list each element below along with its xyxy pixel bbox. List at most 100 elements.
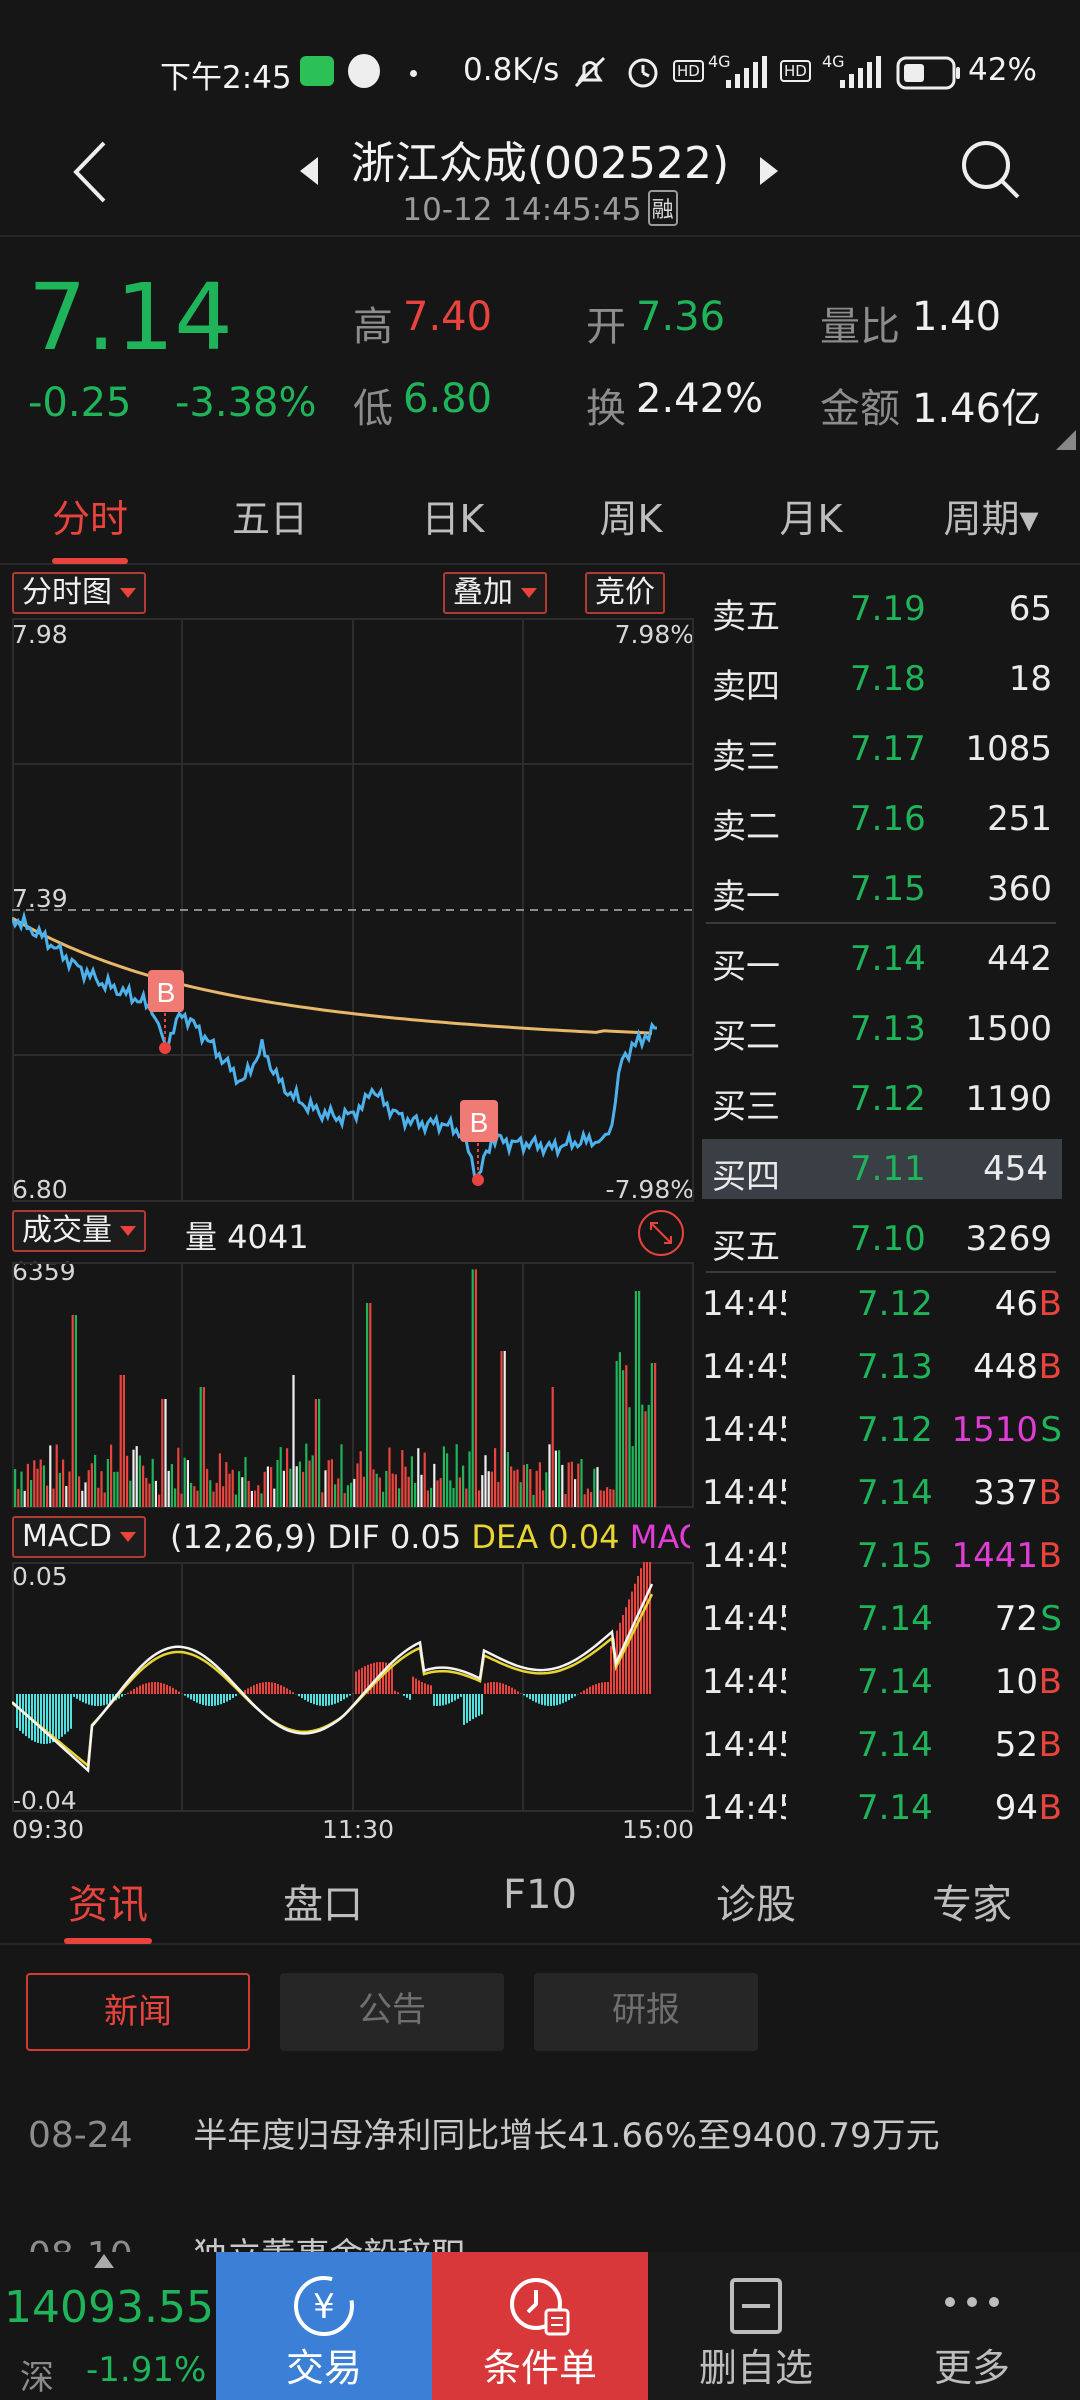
news-item[interactable]: 08-24 半年度归母净利同比增长41.66%至9400.79万元: [28, 2108, 940, 2157]
ask-row[interactable]: 卖五 7.19 65: [712, 579, 1057, 639]
tab-daily-k[interactable]: 日K: [378, 488, 528, 543]
tab-intraday[interactable]: 分时: [15, 488, 165, 543]
marker-label-2: B: [470, 1107, 489, 1138]
macd-bar: [457, 1694, 459, 1699]
tick-row: 14:45 7.14 52B: [702, 1715, 1062, 1777]
overlay-dropdown[interactable]: 叠加: [443, 572, 547, 614]
volume-bar: [138, 1455, 141, 1507]
bid-row[interactable]: 买二 7.13 1500: [712, 999, 1057, 1059]
macd-bar: [442, 1694, 444, 1706]
tab-monthly-k[interactable]: 月K: [736, 488, 886, 543]
macd-bar: [532, 1694, 534, 1701]
tab-f10[interactable]: F10: [465, 1872, 615, 1918]
next-stock-icon[interactable]: [758, 155, 780, 187]
ask-row[interactable]: 卖二 7.16 251: [712, 789, 1057, 849]
level-name: 卖四: [712, 667, 780, 707]
volume-bar: [535, 1470, 538, 1507]
volume-bar: [414, 1482, 417, 1507]
tick-side: B: [1038, 1284, 1062, 1324]
volume-bar: [135, 1446, 138, 1507]
search-icon[interactable]: [958, 137, 1024, 203]
macd-bar: [526, 1694, 528, 1698]
volume-indicator-dropdown[interactable]: 成交量: [12, 1210, 146, 1252]
ask-row[interactable]: 卖三 7.17 1085: [712, 719, 1057, 779]
bid-row[interactable]: 买一 7.14 442: [712, 929, 1057, 989]
macd-bar: [571, 1694, 573, 1699]
macd-indicator-dropdown[interactable]: MACD: [12, 1516, 146, 1558]
macd-bar: [415, 1678, 417, 1694]
conditional-order-button[interactable]: 条件单: [432, 2252, 648, 2400]
volume-bar: [39, 1459, 42, 1507]
tab-news-info[interactable]: 资讯: [33, 1872, 183, 1930]
volume-bar: [420, 1474, 423, 1507]
macd-bar: [61, 1694, 63, 1737]
macd-bar: [187, 1694, 189, 1698]
volume-bar: [87, 1470, 90, 1507]
auction-button[interactable]: 竞价: [585, 572, 665, 614]
macd-bar: [139, 1685, 141, 1694]
volume-bar: [625, 1365, 628, 1507]
trade-button[interactable]: ¥ 交易: [216, 2252, 432, 2400]
macd-bar: [85, 1694, 87, 1704]
volume-bar: [542, 1490, 545, 1507]
macd-bar: [562, 1694, 564, 1704]
filter-news[interactable]: 新闻: [26, 1973, 250, 2051]
level-price: 7.16: [850, 799, 926, 839]
bid-row[interactable]: 买四 7.11 454: [702, 1139, 1062, 1199]
ask-row[interactable]: 卖一 7.15 360: [712, 859, 1057, 919]
expand-corner-icon[interactable]: [1056, 430, 1076, 450]
volume-chart[interactable]: [12, 1262, 694, 1508]
volume-bar: [337, 1478, 340, 1507]
macd-bar: [439, 1694, 441, 1706]
level-price: 7.11: [850, 1149, 926, 1189]
tab-diagnosis[interactable]: 诊股: [681, 1872, 831, 1930]
intraday-price-chart[interactable]: B B: [12, 618, 694, 1202]
macd-bar: [628, 1599, 630, 1694]
stock-title: 浙江众成(002522): [350, 138, 730, 189]
remove-watchlist-button[interactable]: 删自选: [648, 2252, 864, 2400]
level-volume: 1500: [965, 1009, 1052, 1049]
chart-mode-dropdown[interactable]: 分时图: [12, 572, 146, 614]
tab-market-depth[interactable]: 盘口: [248, 1872, 398, 1930]
volume-grid: [12, 1262, 694, 1508]
signal-icon: [726, 56, 767, 88]
ask-row[interactable]: 卖四 7.18 18: [712, 649, 1057, 709]
tab-weekly-k[interactable]: 周K: [556, 488, 706, 543]
volume-bar: [225, 1462, 228, 1507]
fullscreen-icon[interactable]: [636, 1208, 686, 1258]
bid-row[interactable]: 买五 7.10 3269: [712, 1209, 1057, 1269]
tick-side: B: [1038, 1662, 1062, 1702]
macd-bar: [169, 1686, 171, 1694]
macd-chip-label: MACD: [22, 1519, 112, 1554]
volume-bar: [631, 1446, 634, 1507]
filter-research[interactable]: 研报: [534, 1973, 758, 2051]
tab-period[interactable]: 周期▾: [916, 488, 1066, 543]
macd-bar: [316, 1694, 318, 1706]
volume-bar: [126, 1455, 129, 1507]
volume-bar: [42, 1465, 45, 1507]
macd-bar: [217, 1694, 219, 1706]
macd-chart[interactable]: [12, 1562, 694, 1812]
volume-bar: [513, 1470, 516, 1507]
tick-volume: 448: [973, 1347, 1038, 1387]
buy-marker[interactable]: B: [148, 970, 184, 1054]
filter-announcements[interactable]: 公告: [280, 1973, 504, 2051]
volume-bar: [503, 1351, 506, 1507]
more-button[interactable]: 更多: [864, 2252, 1080, 2400]
tab-five-day[interactable]: 五日: [195, 488, 345, 543]
volume-bars: [14, 1269, 657, 1507]
macd-bar: [136, 1687, 138, 1694]
chart-mode-label: 分时图: [22, 575, 112, 610]
index-ticker[interactable]: 14093.55 深 -1.91%: [0, 2252, 216, 2400]
volume-bar: [183, 1457, 186, 1507]
tab-expert[interactable]: 专家: [897, 1872, 1047, 1930]
active-tab-indicator: [52, 558, 128, 564]
macd-bar: [331, 1694, 333, 1705]
volume-bar: [334, 1484, 337, 1507]
macd-bar: [382, 1662, 384, 1694]
bid-row[interactable]: 买三 7.12 1190: [712, 1069, 1057, 1129]
volume-bar: [145, 1477, 148, 1507]
volume-bar: [250, 1490, 253, 1507]
ticks-divider: [706, 1271, 1056, 1273]
volume-bar: [564, 1494, 567, 1507]
